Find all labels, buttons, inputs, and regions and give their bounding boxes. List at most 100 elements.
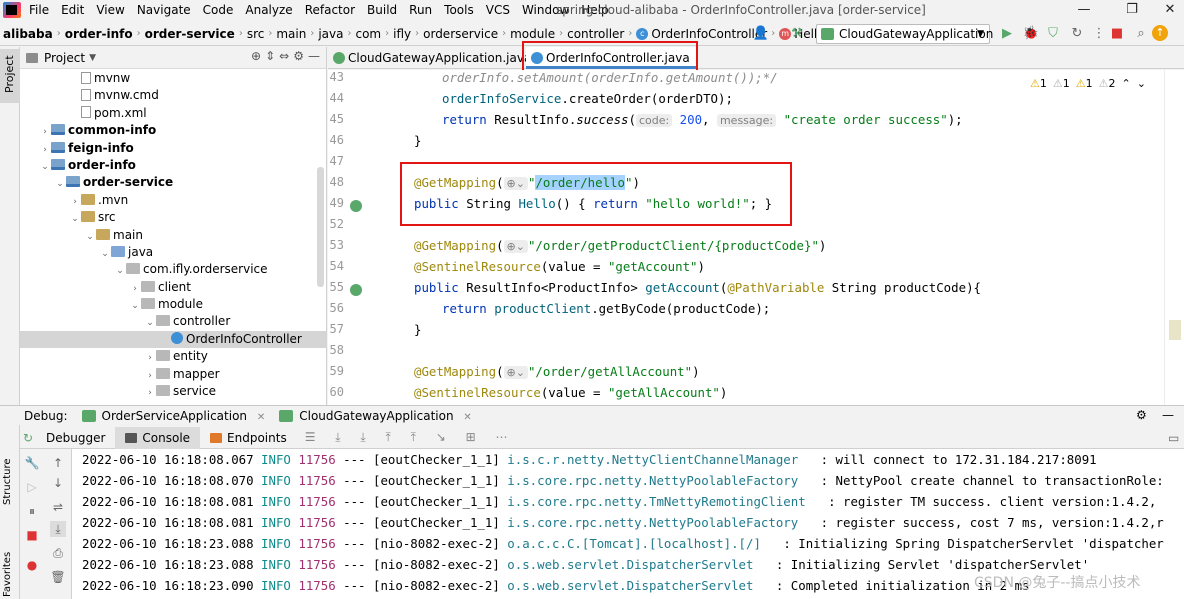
- tree-item[interactable]: ⌄ order-info: [20, 157, 327, 174]
- stop-icon[interactable]: ■: [24, 527, 40, 543]
- menu-refactor[interactable]: Refactor: [299, 0, 361, 20]
- close-icon[interactable]: ✕: [257, 412, 265, 423]
- collapse-all-icon[interactable]: ⇔: [279, 49, 289, 63]
- favorites-tool-tab[interactable]: Favorites: [2, 552, 13, 597]
- search-everywhere-icon[interactable]: ⌕: [1132, 26, 1150, 41]
- menu-analyze[interactable]: Analyze: [239, 0, 298, 20]
- breadcrumb-item[interactable]: controller: [564, 27, 627, 41]
- hide-icon[interactable]: —: [1162, 408, 1174, 422]
- menu-file[interactable]: File: [21, 0, 55, 20]
- gear-icon[interactable]: ⚙: [1136, 408, 1147, 422]
- tree-scrollbar[interactable]: [317, 167, 324, 287]
- scroll-up-icon[interactable]: ↑: [50, 455, 66, 471]
- menu-code[interactable]: Code: [197, 0, 240, 20]
- run-configuration-select[interactable]: CloudGatewayApplication ▼: [816, 24, 993, 44]
- tree-item[interactable]: ⌄ com.ifly.orderservice: [20, 261, 327, 278]
- scroll-to-end-icon[interactable]: ⤓: [50, 521, 66, 537]
- restore-icon[interactable]: ❐: [1112, 0, 1152, 20]
- close-window-icon[interactable]: ✕: [1150, 0, 1184, 20]
- project-panel-title[interactable]: Project: [44, 51, 85, 65]
- breadcrumb-item[interactable]: order-info: [62, 27, 136, 41]
- tree-item[interactable]: ⌄ main: [20, 227, 327, 244]
- spring-bean-icon[interactable]: [350, 200, 362, 212]
- breadcrumb-item[interactable]: order-service: [142, 27, 238, 41]
- inspection-widget[interactable]: ⚠1 ⚠1 ⚠1 ⚠2 ⌃ ⌄: [1030, 74, 1180, 92]
- tree-item[interactable]: ⌄ src: [20, 209, 327, 226]
- layout-icon[interactable]: ▭: [1168, 431, 1179, 445]
- breakpoints-icon[interactable]: ●: [24, 557, 40, 573]
- project-tool-tab[interactable]: Project: [0, 49, 20, 103]
- breadcrumb-item[interactable]: com: [352, 27, 384, 41]
- tree-item[interactable]: ⌄ order-service: [20, 174, 327, 191]
- clear-icon[interactable]: 🗑: [50, 569, 66, 585]
- console-scrollbar[interactable]: ▭: [1164, 431, 1184, 599]
- tree-item[interactable]: › feign-info: [20, 140, 327, 157]
- menu-vcs[interactable]: VCS: [480, 0, 516, 20]
- gear-icon[interactable]: ⚙: [293, 49, 304, 63]
- profile-icon[interactable]: ↻: [1068, 26, 1086, 41]
- user-icon[interactable]: 👤: [752, 26, 770, 41]
- debug-tab-cloud-gateway[interactable]: CloudGatewayApplication ✕: [277, 409, 472, 423]
- soft-wrap-icon[interactable]: ⇌: [50, 499, 66, 515]
- hammer-icon[interactable]: ⚒: [788, 26, 806, 41]
- breadcrumb-item[interactable]: src: [244, 27, 268, 41]
- inspection-count[interactable]: ⚠1: [1030, 77, 1047, 90]
- stepping-controls[interactable]: ☰ ⤓ ⤓ ⤒ ⤒ ↘ ⊞ ⋯: [305, 430, 516, 445]
- tree-item[interactable]: › client: [20, 279, 327, 296]
- menu-view[interactable]: View: [90, 0, 130, 20]
- code-editor[interactable]: orderInfo.setAmount(orderInfo.getAmount(…: [384, 70, 1164, 405]
- next-highlight-icon[interactable]: ⌄: [1137, 77, 1146, 90]
- tab-console[interactable]: Console: [115, 426, 201, 449]
- spring-bean-icon[interactable]: [350, 284, 362, 296]
- previous-highlight-icon[interactable]: ⌃: [1122, 77, 1131, 90]
- minimize-icon[interactable]: —: [1064, 0, 1104, 20]
- tree-item[interactable]: › service: [20, 383, 327, 400]
- hide-icon[interactable]: —: [308, 49, 320, 63]
- pause-icon[interactable]: ⏸: [24, 503, 40, 519]
- menu-navigate[interactable]: Navigate: [131, 0, 197, 20]
- tree-item[interactable]: OrderInfoController: [20, 330, 327, 349]
- tree-item[interactable]: ⌄ module: [20, 296, 327, 313]
- update-icon[interactable]: ↑: [1152, 25, 1168, 41]
- breadcrumb-item[interactable]: alibaba: [0, 27, 56, 41]
- tab-cloud-gateway-application[interactable]: CloudGatewayApplication.java ✕: [328, 47, 531, 87]
- close-icon[interactable]: ✕: [463, 412, 471, 423]
- inspection-count[interactable]: ⚠1: [1053, 77, 1070, 90]
- stop-icon[interactable]: ■: [1108, 26, 1126, 41]
- tree-item[interactable]: › mapper: [20, 366, 327, 383]
- tree-item[interactable]: mvnw: [20, 70, 327, 87]
- tree-item[interactable]: › entity: [20, 348, 327, 365]
- menu-edit[interactable]: Edit: [55, 0, 90, 20]
- chevron-right-icon[interactable]: ›: [144, 385, 156, 402]
- structure-tool-tab[interactable]: Structure: [2, 458, 13, 505]
- coverage-icon[interactable]: ⛉: [1044, 26, 1062, 41]
- resume-icon[interactable]: ▷: [24, 479, 40, 495]
- menu-run[interactable]: Run: [403, 0, 438, 20]
- menu-tools[interactable]: Tools: [438, 0, 480, 20]
- more-icon[interactable]: ⋮: [1090, 26, 1108, 41]
- breadcrumb-item[interactable]: main: [273, 27, 309, 41]
- tree-item[interactable]: › .mvn: [20, 192, 327, 209]
- debug-tab-order-service[interactable]: OrderServiceApplication ✕: [80, 409, 265, 423]
- wrench-icon[interactable]: 🔧: [24, 455, 40, 471]
- breadcrumb-item[interactable]: c OrderInfoController: [633, 27, 770, 41]
- breadcrumb-item[interactable]: orderservice: [420, 27, 501, 41]
- inspection-count[interactable]: ⚠1: [1076, 77, 1093, 90]
- menu-build[interactable]: Build: [361, 0, 403, 20]
- breadcrumb-item[interactable]: module: [507, 27, 558, 41]
- tree-item[interactable]: pom.xml: [20, 105, 327, 122]
- tree-item[interactable]: ⌄ java: [20, 244, 327, 261]
- tab-debugger[interactable]: Debugger: [36, 431, 115, 445]
- breadcrumb-item[interactable]: java: [315, 27, 346, 41]
- tree-item[interactable]: ⌄ controller: [20, 313, 327, 330]
- locate-icon[interactable]: ⊕: [251, 49, 261, 63]
- scroll-down-icon[interactable]: ↓: [50, 475, 66, 491]
- tree-item[interactable]: mvnw.cmd: [20, 87, 327, 104]
- run-icon[interactable]: ▶: [998, 26, 1016, 41]
- debug-icon[interactable]: 🐞: [1022, 26, 1040, 41]
- chevron-down-icon[interactable]: ▼: [89, 53, 96, 63]
- editor-scrollbar[interactable]: [1164, 70, 1184, 405]
- rerun-icon[interactable]: ↻: [20, 430, 36, 446]
- tree-item[interactable]: › common-info: [20, 122, 327, 139]
- breadcrumb-item[interactable]: ifly: [390, 27, 414, 41]
